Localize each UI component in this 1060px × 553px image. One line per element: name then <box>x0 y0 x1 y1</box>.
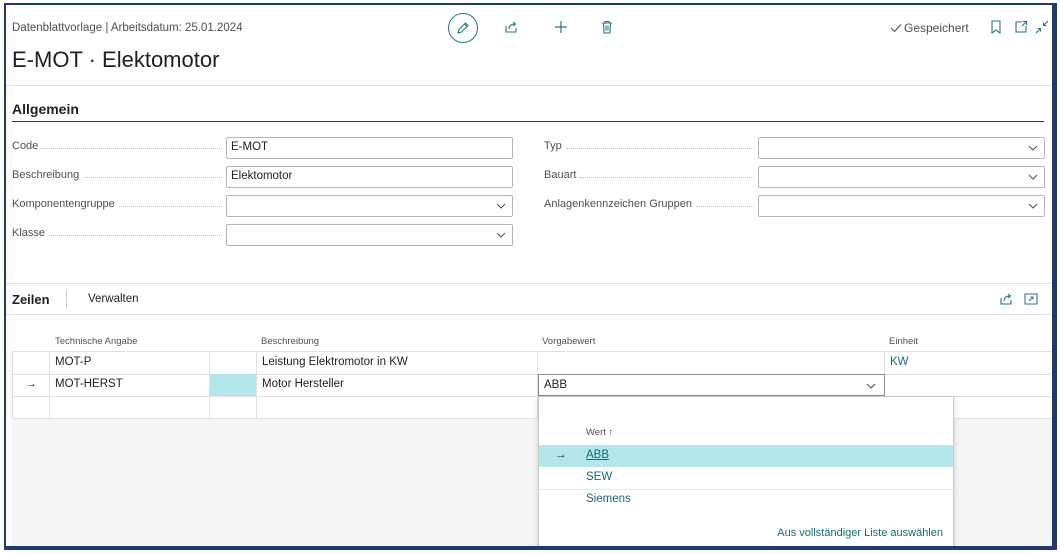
open-new-icon <box>1015 20 1028 33</box>
table-row[interactable]: MOT-P Leistung Elektromotor in KW KW <box>12 352 1052 375</box>
description-cell[interactable]: Leistung Elektromotor in KW <box>257 352 538 374</box>
page-frame: Datenblattvorlage | Arbeitsdatum: 25.01.… <box>4 3 1054 548</box>
plus-icon <box>555 21 567 33</box>
lines-toolbar: Zeilen Verwalten <box>6 283 1052 315</box>
delete-button[interactable] <box>598 18 616 36</box>
edit-button[interactable] <box>448 13 478 43</box>
dropdown-column-header[interactable]: Wert ↑ <box>586 427 613 438</box>
code-field[interactable]: E-MOT <box>226 137 513 159</box>
chevron-down-icon <box>866 383 876 389</box>
table-row[interactable]: → MOT-HERST Motor Hersteller ABB <box>12 374 1052 397</box>
description-label: Beschreibung <box>12 169 222 181</box>
toolbar-divider <box>66 290 67 308</box>
share-button[interactable] <box>502 18 520 36</box>
technical-cell[interactable]: MOT-HERST <box>50 374 210 396</box>
unit-cell[interactable]: KW <box>885 352 1052 374</box>
share-icon <box>1000 293 1012 305</box>
unit-cell[interactable] <box>885 374 1052 396</box>
option-label: ABB <box>586 449 610 461</box>
technical-cell[interactable]: MOT-P <box>50 352 210 374</box>
column-header-description[interactable]: Beschreibung <box>261 336 319 347</box>
row-marker <box>12 352 50 374</box>
dropdown-option-sew[interactable]: SEW <box>539 467 953 490</box>
current-row-arrow-icon: → <box>12 374 50 396</box>
saved-label: Gespeichert <box>904 21 969 35</box>
description-cell[interactable]: Motor Hersteller <box>257 374 538 396</box>
lines-share-button[interactable] <box>997 290 1015 308</box>
class-label: Klasse <box>12 227 222 239</box>
column-header-unit[interactable]: Einheit <box>889 336 918 347</box>
row-marker <box>12 396 50 418</box>
value-cell[interactable] <box>538 352 885 374</box>
code-label: Code <box>12 140 222 152</box>
description-cell[interactable] <box>257 396 538 418</box>
saved-status: Gespeichert <box>890 21 969 35</box>
value-lookup-dropdown: Wert ↑ → ABB SEW Siemens Aus vollständig… <box>538 396 954 546</box>
current-row-arrow-icon: → <box>555 449 567 461</box>
value-select-text: ABB <box>544 379 568 391</box>
select-from-full-list-link[interactable]: Aus vollständiger Liste auswählen <box>777 527 943 539</box>
chevron-down-icon <box>496 232 506 238</box>
dropdown-option-abb[interactable]: → ABB <box>539 445 953 467</box>
description-field[interactable]: Elektomotor <box>226 166 513 188</box>
new-button[interactable] <box>552 18 570 36</box>
collapse-icon <box>1035 20 1049 34</box>
column-header-default-value[interactable]: Vorgabewert <box>542 336 595 347</box>
frame-border <box>4 546 1057 550</box>
lines-title[interactable]: Zeilen <box>12 292 50 307</box>
empty-cell[interactable] <box>210 352 257 374</box>
type-select[interactable] <box>758 137 1045 159</box>
component-group-select[interactable] <box>226 195 513 217</box>
page-header: Datenblattvorlage | Arbeitsdatum: 25.01.… <box>6 5 1052 86</box>
technical-cell[interactable] <box>50 396 210 418</box>
page-title: E-MOT · Elektomotor <box>12 47 220 72</box>
share-icon <box>505 21 517 33</box>
lines-expand-button[interactable] <box>1022 290 1040 308</box>
plant-code-groups-label: Anlagenkennzeichen Gruppen <box>544 198 754 210</box>
option-label: SEW <box>586 471 613 483</box>
empty-cell[interactable] <box>210 396 257 418</box>
selected-cell[interactable] <box>210 374 257 396</box>
design-select[interactable] <box>758 166 1045 188</box>
plant-code-groups-select[interactable] <box>758 195 1045 217</box>
chevron-down-icon <box>1028 174 1038 180</box>
collapse-button[interactable] <box>1033 18 1051 36</box>
chevron-down-icon <box>1028 203 1038 209</box>
section-title-general: Allgemein <box>12 101 79 117</box>
chevron-down-icon <box>1028 145 1038 151</box>
page-subtitle: Datenblattvorlage | Arbeitsdatum: 25.01.… <box>12 22 243 34</box>
checkmark-icon <box>890 24 902 33</box>
option-label: Siemens <box>586 493 631 505</box>
trash-icon <box>602 20 612 34</box>
section-divider <box>12 121 1044 122</box>
expand-icon <box>1024 293 1038 305</box>
frame-border <box>1054 3 1057 550</box>
chevron-down-icon <box>496 203 506 209</box>
type-label: Typ <box>544 140 754 152</box>
open-new-window-button[interactable] <box>1012 18 1030 36</box>
class-select[interactable] <box>226 224 513 246</box>
component-group-label: Komponentengruppe <box>12 198 222 210</box>
pencil-icon <box>457 22 469 34</box>
design-label: Bauart <box>544 169 754 181</box>
manage-menu[interactable]: Verwalten <box>88 293 139 305</box>
column-header-technical[interactable]: Technische Angabe <box>55 336 137 347</box>
bookmark-icon <box>991 20 1001 34</box>
bookmark-button[interactable] <box>987 18 1005 36</box>
dropdown-option-siemens[interactable]: Siemens <box>539 489 953 511</box>
value-select-input[interactable]: ABB <box>538 374 885 396</box>
